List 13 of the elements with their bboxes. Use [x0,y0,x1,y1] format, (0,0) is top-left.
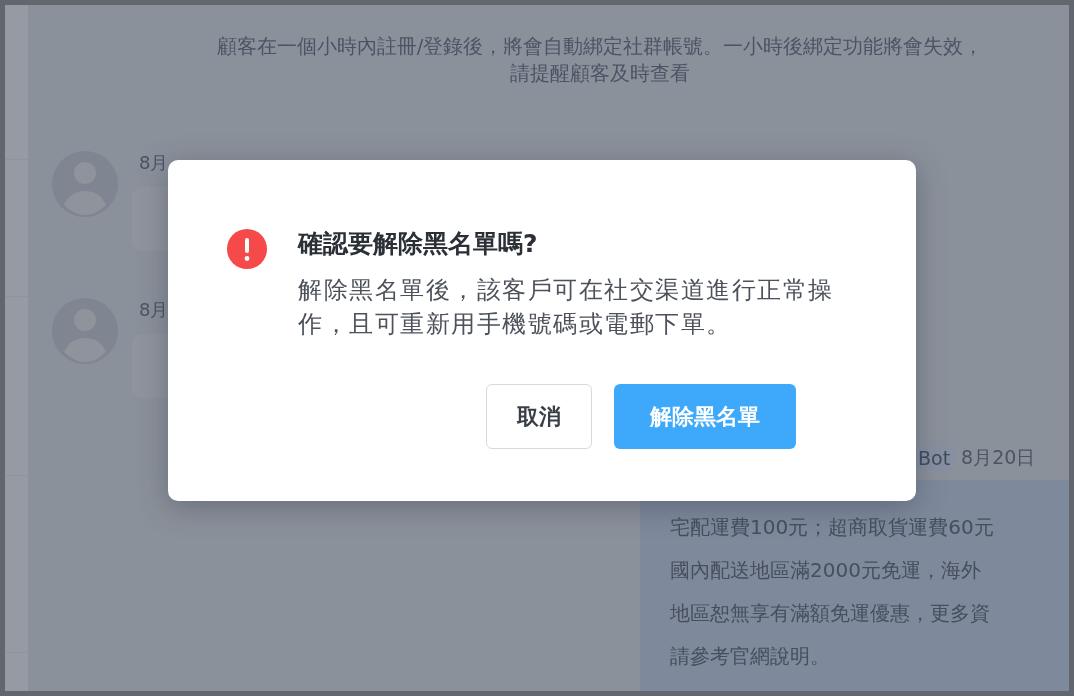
dialog-message: 解除黑名單後，該客戶可在社交渠道進行正常操作，且可重新用手機號碼或電郵下單。 [298,275,835,340]
message-date: 8月 [139,298,170,322]
message-text: 國內配送地區滿2000元免運，海外 [670,557,982,584]
dialog-title: 確認要解除黑名單嗎? [298,228,539,260]
message-date: 8月 [139,151,170,175]
notice-text: 顧客在一個小時內註冊/登錄後，將會自動綁定社群帳號。一小時後綁定功能將會失效，請提醒顧客及時查看 [215,34,985,87]
bot-tag: Bot [913,446,956,470]
warning-icon [227,229,267,269]
message-text: 宅配運費100元；超商取貨運費60元 [670,514,995,541]
message-date: 8月20日 [961,445,1036,470]
message-text: 請參考官網說明。 [670,643,831,670]
message-text: 地區恕無享有滿額免運優惠，更多資 [670,600,991,627]
cancel-button[interactable]: 取消 [486,384,592,449]
